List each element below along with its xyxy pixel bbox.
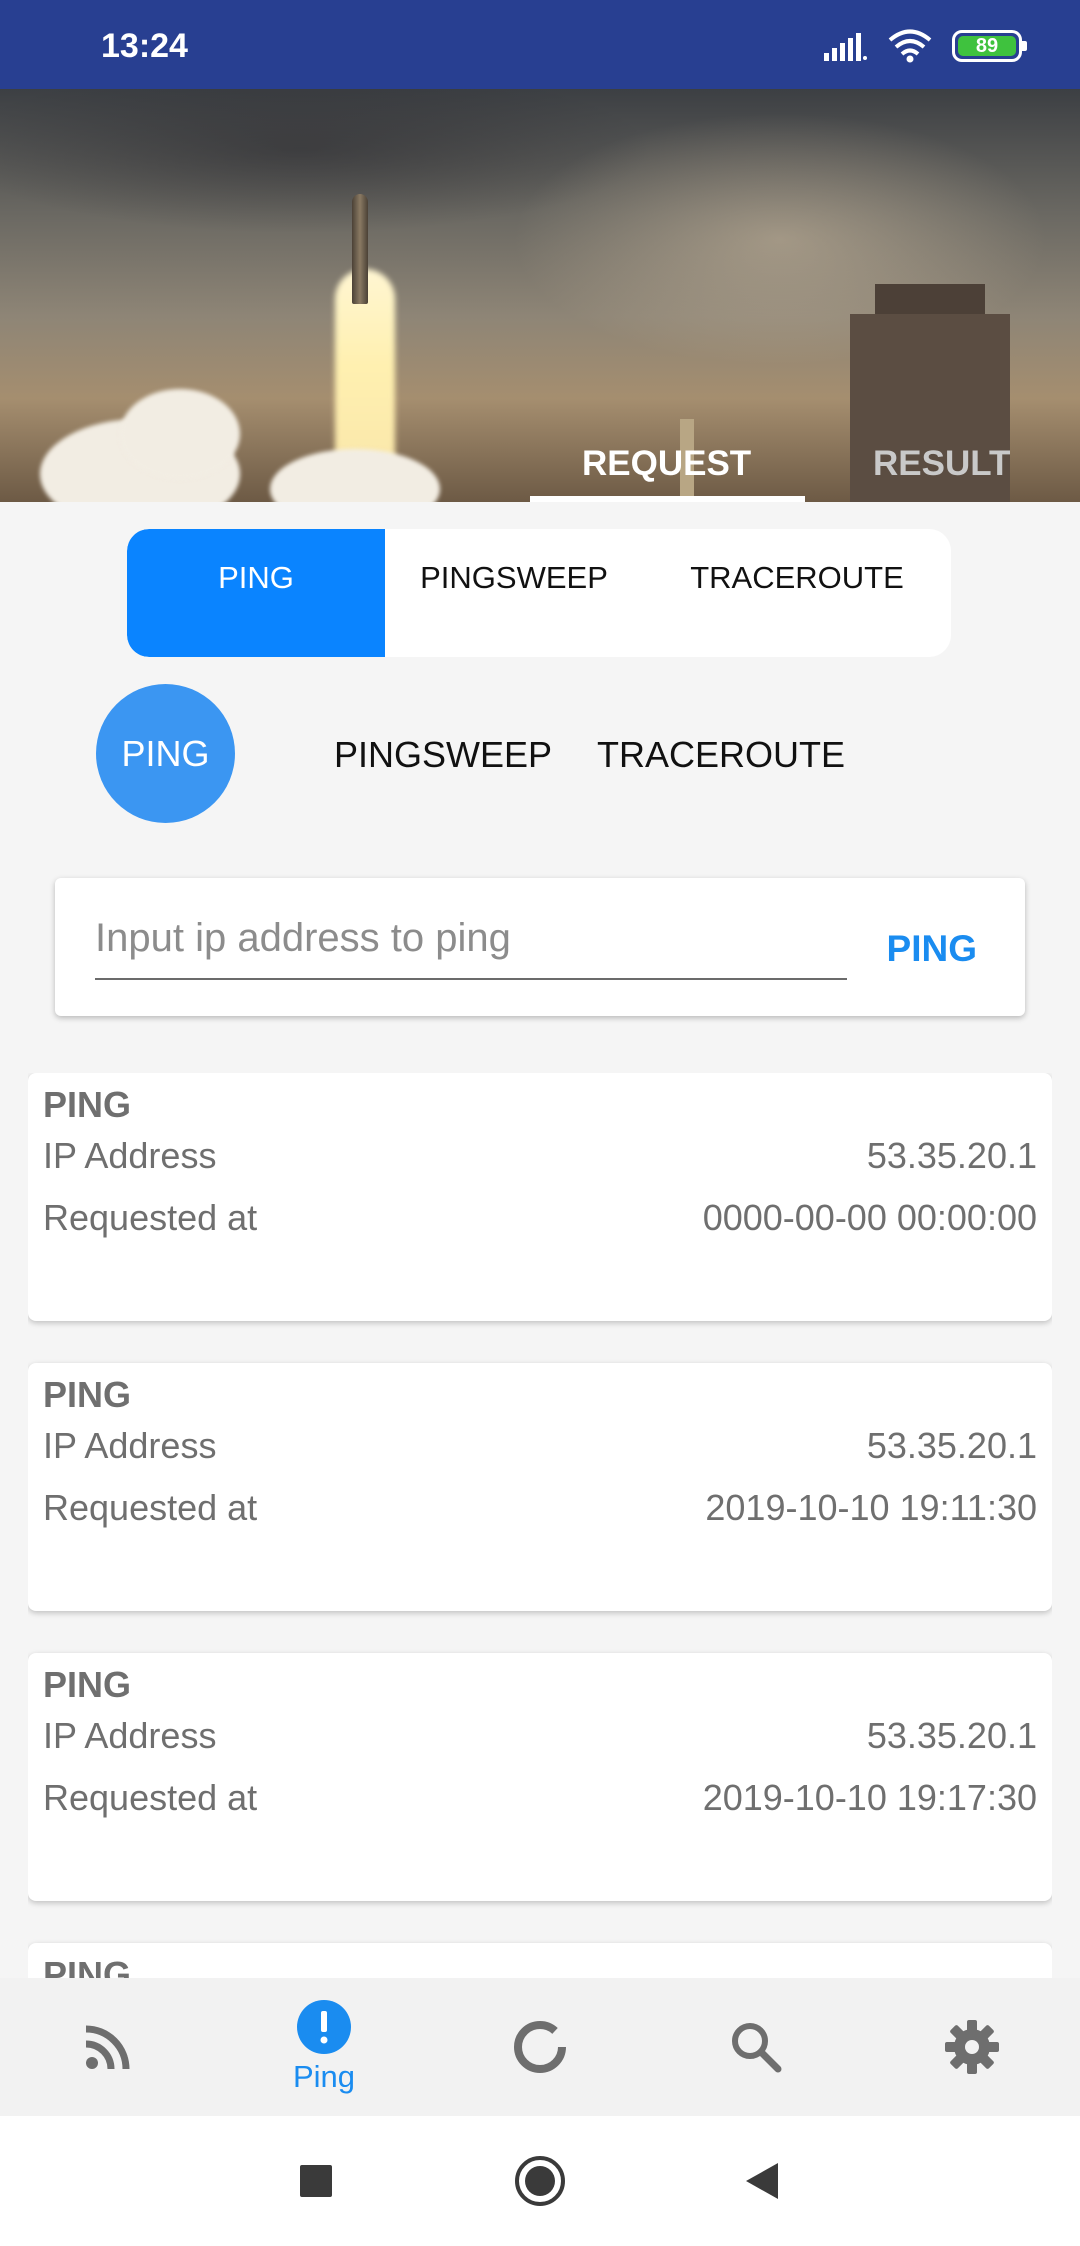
ip-row: IP Address 53.35.20.1	[43, 1415, 1037, 1477]
signal-icon	[824, 33, 867, 61]
nav-item-search[interactable]	[648, 1978, 864, 2116]
status-icons: 89	[824, 28, 1027, 64]
bottom-navigation: Ping	[0, 1978, 1080, 2116]
result-title: PING	[43, 1084, 132, 1125]
ip-label: IP Address	[43, 1715, 217, 1756]
time-label: Requested at	[43, 1487, 258, 1528]
mode-segmented-control: PING PINGSWEEP TRACEROUTE	[127, 529, 951, 657]
alert-icon	[297, 2000, 351, 2054]
result-card[interactable]: PING	[28, 1943, 1052, 1978]
nav-item-pingsweep[interactable]	[432, 1978, 648, 2116]
rocket-image	[352, 194, 368, 304]
round-tab-pingsweep[interactable]: PINGSWEEP	[334, 734, 552, 776]
segment-ping[interactable]: PING	[127, 529, 385, 657]
system-navigation-bar	[0, 2116, 1080, 2246]
ping-input-card: PING	[55, 878, 1025, 1016]
time-label: Requested at	[43, 1197, 258, 1238]
request-result-tabs: REQUEST RESULT	[530, 422, 1080, 502]
ip-value: 53.35.20.1	[866, 1715, 1037, 1756]
ping-button[interactable]: PING	[887, 928, 977, 970]
time-value: 2019-10-10 19:11:30	[705, 1487, 1037, 1528]
input-underline	[95, 978, 847, 980]
ip-label: IP Address	[43, 1135, 217, 1176]
mode-round-tabs: PING PINGSWEEP TRACEROUTE	[96, 684, 996, 824]
battery-level: 89	[975, 34, 999, 57]
nav-label-ping: Ping	[292, 2059, 356, 2094]
tab-request[interactable]: REQUEST	[582, 444, 751, 484]
search-icon	[732, 2023, 782, 2073]
time-row: Requested at 2019-10-10 19:11:30	[43, 1477, 1037, 1539]
recents-button[interactable]	[281, 2146, 351, 2216]
result-title: PING	[43, 1664, 132, 1705]
result-title: PING	[43, 1374, 132, 1415]
wifi-icon	[888, 29, 932, 63]
nav-item-ping[interactable]: Ping	[216, 1978, 432, 2116]
ip-address-input[interactable]	[95, 916, 847, 960]
result-list: PING IP Address 53.35.20.1 Requested at …	[28, 1073, 1052, 1978]
ip-row: IP Address 53.35.20.1	[43, 1125, 1037, 1187]
round-tab-traceroute[interactable]: TRACEROUTE	[597, 734, 845, 776]
time-value: 2019-10-10 19:17:30	[702, 1777, 1037, 1818]
result-title: PING	[43, 1954, 132, 1979]
time-row: Requested at 0000-00-00 00:00:00	[43, 1187, 1037, 1249]
nav-item-settings[interactable]	[864, 1978, 1080, 2116]
time-value: 0000-00-00 00:00:00	[702, 1197, 1037, 1238]
nav-item-feed[interactable]	[0, 1978, 216, 2116]
back-button[interactable]	[727, 2146, 797, 2216]
ip-value: 53.35.20.1	[866, 1425, 1037, 1466]
home-button[interactable]	[505, 2146, 575, 2216]
ip-label: IP Address	[43, 1425, 217, 1466]
header-banner: REQUEST RESULT	[0, 89, 1080, 502]
tab-result[interactable]: RESULT	[873, 444, 1010, 484]
status-time: 13:24	[101, 27, 188, 65]
time-row: Requested at 2019-10-10 19:17:30	[43, 1767, 1037, 1829]
square-icon	[300, 2165, 332, 2197]
rss-icon	[85, 2025, 130, 2070]
result-card[interactable]: PING IP Address 53.35.20.1 Requested at …	[28, 1653, 1052, 1901]
round-tab-ping[interactable]: PING	[96, 684, 235, 823]
ip-row: IP Address 53.35.20.1	[43, 1705, 1037, 1767]
home-circle-icon	[515, 2156, 565, 2206]
back-triangle-icon	[746, 2163, 778, 2199]
status-bar: 13:24 89	[0, 0, 1080, 89]
loading-ring-icon	[514, 2021, 566, 2073]
tab-indicator	[530, 496, 805, 502]
segment-traceroute[interactable]: TRACEROUTE	[643, 529, 951, 657]
time-label: Requested at	[43, 1777, 258, 1818]
ip-value: 53.35.20.1	[866, 1135, 1037, 1176]
result-card[interactable]: PING IP Address 53.35.20.1 Requested at …	[28, 1073, 1052, 1321]
result-card[interactable]: PING IP Address 53.35.20.1 Requested at …	[28, 1363, 1052, 1611]
battery-icon: 89	[952, 30, 1027, 62]
gear-icon	[945, 2020, 999, 2074]
segment-pingsweep[interactable]: PINGSWEEP	[385, 529, 643, 657]
